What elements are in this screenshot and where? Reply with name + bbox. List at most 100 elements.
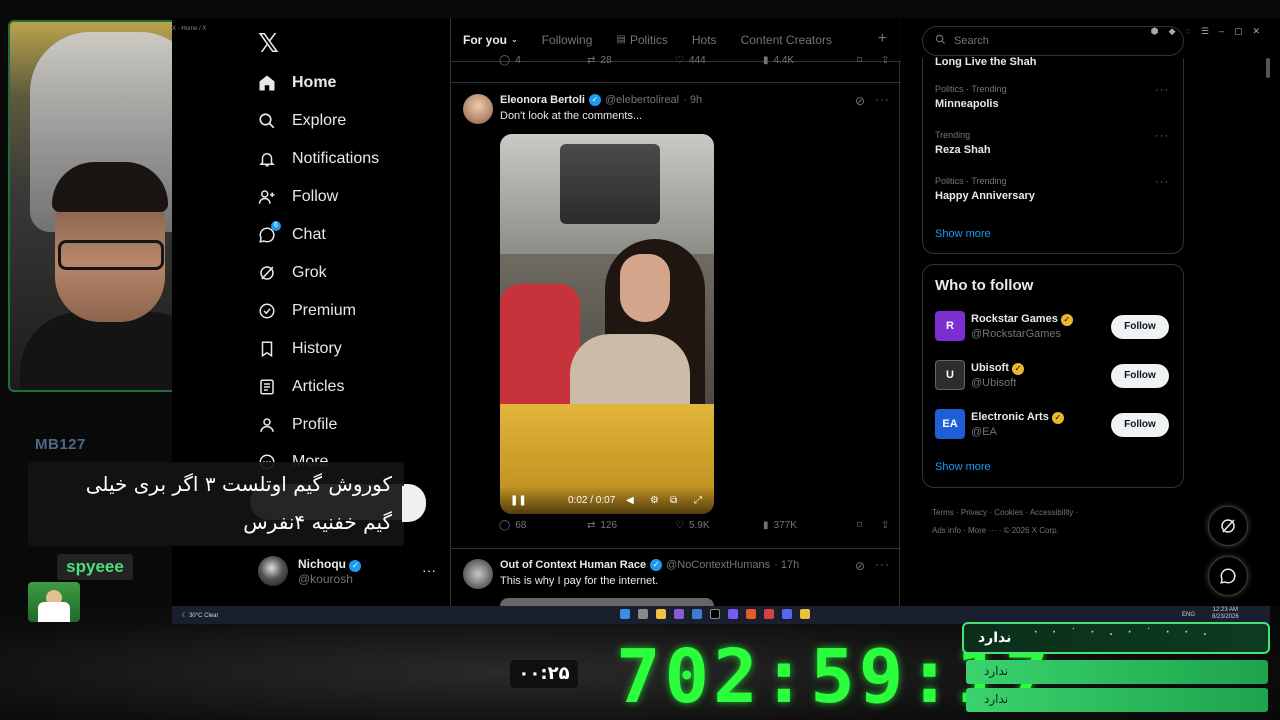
author-name[interactable]: Eleonora Bertoli [500,94,585,106]
fullscreen-icon[interactable]: ⤢ [694,495,702,506]
viewer-name: spyeee [57,554,133,580]
reply-button[interactable]: ◯ 68 [499,520,526,531]
nav-grok[interactable]: Grok [258,260,327,286]
trend-item[interactable]: Trending Reza Shah [935,130,991,156]
views-icon: ▮ [763,519,769,531]
x-app-icon[interactable] [710,609,720,619]
nav-home[interactable]: Home [258,70,336,96]
more-icon[interactable]: ··· [875,557,890,571]
trend-item[interactable]: Long Live the Shah [935,52,1036,68]
post-header: Eleonora Bertoli ✓ @elebertolireal · 9h [500,94,702,106]
brave-icon[interactable] [746,609,756,619]
repost-button[interactable]: ⇄ 126 [587,520,617,531]
volume-icon[interactable]: ◀ [626,495,634,506]
add-tab-icon[interactable]: + [878,30,887,48]
grok-icon[interactable]: ⊘ [855,94,865,108]
footer-link[interactable]: Accessibility [1030,508,1074,517]
video-player[interactable]: ❚❚ 0:02 / 0:07 ◀ ⚙ ⧉ ⤢ [500,134,714,514]
bookmark-button[interactable]: ⌑ [857,520,862,531]
nav-follow[interactable]: Follow [258,184,338,210]
clock[interactable]: 12:23 AM 8/23/2026 [1212,607,1239,621]
follow-suggestion[interactable]: U Ubisoft ✓ @Ubisoft [935,360,1024,390]
tab-content-creators[interactable]: Content Creators [741,33,832,47]
views-button[interactable]: ▮ 377K [763,520,797,531]
repost-button[interactable]: ⇄ 28 [587,55,612,66]
rockstar-logo-icon: R [935,311,965,341]
author-handle[interactable]: @elebertolireal [605,94,679,106]
heart-icon: ♡ [675,54,684,66]
articles-icon [258,378,276,396]
share-button[interactable]: ⇪ [881,55,889,66]
author-name[interactable]: Out of Context Human Race [500,559,646,571]
trend-item[interactable]: Politics · Trending Minneapolis [935,84,1007,110]
trend-more-icon[interactable]: ··· [1155,130,1169,142]
post-time[interactable]: · 9h [683,94,702,106]
app-icon[interactable] [764,609,774,619]
nav-chat[interactable]: 6 Chat [258,221,326,248]
tab-hots[interactable]: Hots [692,33,717,47]
avatar[interactable] [463,559,493,589]
pip-icon[interactable]: ⧉ [670,495,677,506]
avatar[interactable] [463,94,493,124]
follow-button[interactable]: Follow [1111,413,1169,437]
app-icon[interactable] [674,609,684,619]
trend-item[interactable]: Politics · Trending Happy Anniversary [935,176,1035,202]
discord-icon[interactable] [782,609,792,619]
share-button[interactable]: ⇪ [881,520,889,531]
windows-start-icon[interactable] [620,609,630,619]
app-icon[interactable] [728,609,738,619]
follow-button[interactable]: Follow [1111,315,1169,339]
scrollbar-thumb[interactable] [1266,58,1270,78]
footer-link[interactable]: Cookies [994,508,1023,517]
reply-icon: ◯ [499,519,511,531]
show-more-link[interactable]: Show more [935,461,991,473]
tab-politics[interactable]: ▤ Politics [616,33,667,47]
follow-suggestion[interactable]: R Rockstar Games ✓ @RockstarGames [935,311,1073,341]
nav-profile[interactable]: Profile [258,412,337,438]
moon-icon: ☾ [182,612,188,619]
show-more-link[interactable]: Show more [935,228,991,240]
views-button[interactable]: ▮ 4.4K [763,55,794,66]
settings-icon[interactable]: ⚙ [650,495,659,506]
x-logo-icon[interactable]: 𝕏 [258,28,279,59]
tab-for-you[interactable]: For you ⌄ [463,33,518,47]
footer-link[interactable]: Privacy [961,508,987,517]
nav-history[interactable]: History [258,336,342,362]
bookmark-button[interactable]: ⌑ [857,55,862,66]
reply-button[interactable]: ◯ 4 [499,55,521,66]
account-more-icon[interactable]: ··· [422,562,436,578]
like-button[interactable]: ♡ 5.9K [675,520,710,531]
author-handle[interactable]: @NoContextHumans [666,559,770,571]
grok-float-button[interactable] [1208,506,1248,546]
app-icon[interactable] [800,609,810,619]
grok-icon[interactable]: ⊘ [855,559,865,573]
nav-explore[interactable]: Explore [258,108,346,134]
messages-float-button[interactable] [1208,556,1248,596]
trend-more-icon[interactable]: ··· [1155,84,1169,96]
nav-notifications[interactable]: Notifications [258,146,379,172]
search-icon[interactable] [638,609,648,619]
timeline: For you ⌄ Following ▤ Politics Hots Conten… [450,18,901,606]
account-switcher[interactable]: Nichoqu ✓ @kourosh [258,556,362,586]
more-icon[interactable]: ··· [875,92,890,106]
post-media[interactable] [500,598,714,606]
nav-premium[interactable]: Premium [258,298,356,324]
weather-widget[interactable]: ☾ 30°C Clear [182,612,218,619]
footer-link[interactable]: Terms [932,508,954,517]
follow-suggestion[interactable]: EA Electronic Arts ✓ @EA [935,409,1064,439]
nav-label: Grok [292,264,327,281]
language-indicator[interactable]: ENG [1182,612,1195,618]
folder-icon[interactable] [656,609,666,619]
trend-more-icon[interactable]: ··· [1155,176,1169,188]
follow-button[interactable]: Follow [1111,364,1169,388]
reply-icon: ◯ [499,54,511,66]
app-icon[interactable] [692,609,702,619]
like-button[interactable]: ♡ 444 [675,55,706,66]
footer-link[interactable]: More ··· [968,526,996,535]
account-name: Nichoqu ✓ [298,557,362,572]
footer-link[interactable]: Ads info [932,526,961,535]
tab-following[interactable]: Following [542,33,593,47]
post-time[interactable]: · 17h [774,559,799,571]
nav-articles[interactable]: Articles [258,374,344,400]
pause-icon[interactable]: ❚❚ [510,495,527,506]
